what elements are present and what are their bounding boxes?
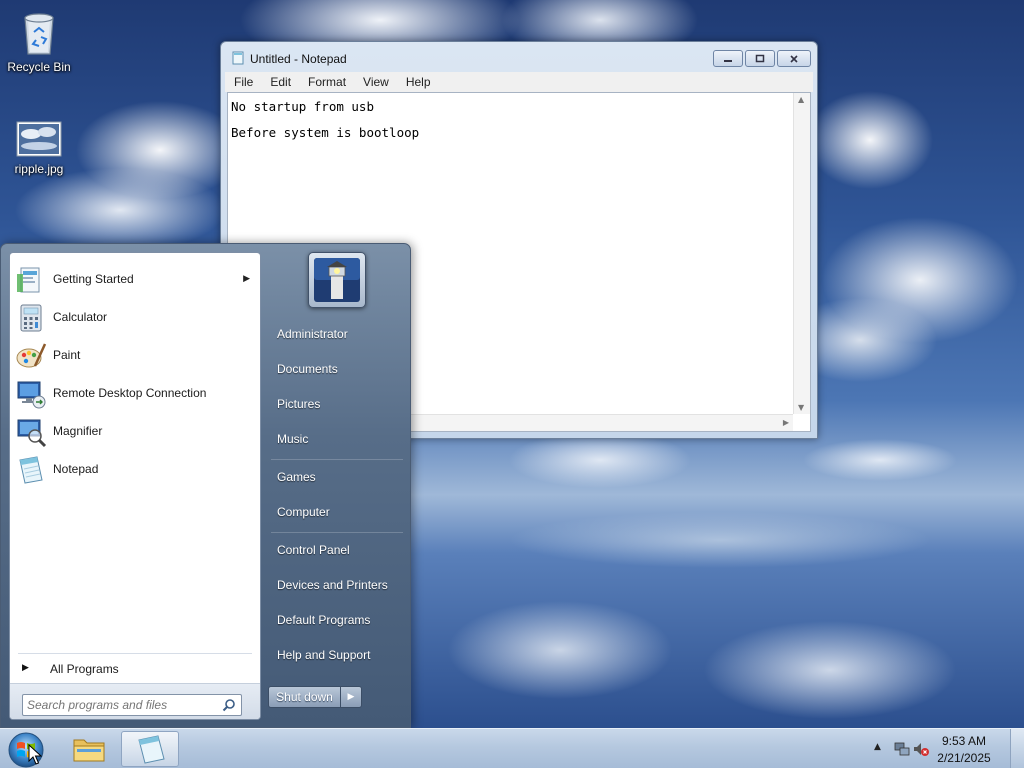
scroll-right-icon[interactable]: ▶ bbox=[783, 418, 789, 427]
menu-edit[interactable]: Edit bbox=[261, 75, 299, 89]
link-administrator[interactable]: Administrator bbox=[269, 320, 405, 350]
program-label: Paint bbox=[53, 348, 81, 362]
divider bbox=[18, 653, 252, 654]
submenu-arrow-icon: ▶ bbox=[243, 274, 250, 284]
taskbar-notepad-button[interactable] bbox=[121, 731, 179, 767]
link-label: Administrator bbox=[277, 327, 348, 341]
desktop-icon-label: ripple.jpg bbox=[14, 162, 64, 176]
paint-icon bbox=[16, 343, 47, 368]
program-label: Calculator bbox=[53, 310, 108, 324]
link-games[interactable]: Games bbox=[269, 463, 405, 493]
link-label: Control Panel bbox=[277, 543, 350, 557]
divider bbox=[271, 459, 403, 460]
link-documents[interactable]: Documents bbox=[269, 355, 405, 385]
program-notepad[interactable]: Notepad bbox=[12, 452, 258, 488]
link-control-panel[interactable]: Control Panel bbox=[269, 536, 405, 566]
link-label: Games bbox=[277, 470, 316, 484]
program-calculator[interactable]: Calculator bbox=[12, 300, 258, 336]
shutdown-button[interactable]: Shut down bbox=[268, 686, 340, 708]
user-picture[interactable] bbox=[308, 252, 366, 308]
mouse-cursor-icon bbox=[28, 744, 42, 765]
link-label: Documents bbox=[277, 362, 338, 376]
clock-time[interactable]: 9:53 AM bbox=[924, 734, 1004, 748]
link-label: Help and Support bbox=[277, 648, 371, 662]
editor-content[interactable]: No startup from usb Before system is boo… bbox=[231, 94, 419, 146]
close-icon bbox=[778, 51, 810, 66]
link-label: Computer bbox=[277, 505, 330, 519]
notepad-icon bbox=[19, 456, 43, 484]
title-bar[interactable]: Untitled - Notepad bbox=[221, 42, 817, 72]
taskbar: ▲ 9:53 AM 2/21/2025 bbox=[0, 728, 1024, 768]
menu-help[interactable]: Help bbox=[397, 75, 439, 89]
show-desktop-button[interactable] bbox=[1010, 729, 1024, 768]
calculator-icon bbox=[20, 304, 42, 332]
recycle-bin-icon bbox=[24, 13, 54, 55]
search-input[interactable] bbox=[22, 694, 242, 716]
scroll-down-icon[interactable]: ▼ bbox=[798, 403, 804, 412]
link-pictures[interactable]: Pictures bbox=[269, 390, 405, 420]
desktop-icon-recycle-bin[interactable]: Recycle Bin bbox=[1, 8, 77, 74]
link-help-and-support[interactable]: Help and Support bbox=[269, 641, 405, 671]
program-paint[interactable]: Paint bbox=[12, 338, 258, 374]
minimize-button[interactable] bbox=[713, 50, 743, 67]
menu-bar: File Edit Format View Help bbox=[225, 72, 813, 92]
program-label: Getting Started bbox=[53, 272, 134, 286]
window-title: Untitled - Notepad bbox=[250, 52, 347, 66]
link-music[interactable]: Music bbox=[269, 425, 405, 455]
vertical-scrollbar[interactable]: ▲ ▼ bbox=[793, 93, 810, 414]
search-area bbox=[10, 683, 260, 719]
program-label: Notepad bbox=[53, 462, 99, 476]
lighthouse-avatar-icon bbox=[314, 258, 360, 302]
link-devices-and-printers[interactable]: Devices and Printers bbox=[269, 571, 405, 601]
network-icon[interactable] bbox=[894, 741, 910, 757]
link-label: Pictures bbox=[277, 397, 321, 411]
show-hidden-icons-chevron-icon[interactable]: ▲ bbox=[874, 742, 881, 752]
system-tray: ▲ 9:53 AM 2/21/2025 bbox=[864, 729, 1024, 768]
magnifier-icon bbox=[17, 419, 47, 448]
notepad-icon bbox=[232, 51, 244, 65]
link-default-programs[interactable]: Default Programs bbox=[269, 606, 405, 636]
remote-desktop-icon bbox=[17, 381, 46, 409]
link-label: Devices and Printers bbox=[277, 578, 388, 592]
menu-format[interactable]: Format bbox=[299, 75, 354, 89]
program-label: Magnifier bbox=[53, 424, 103, 438]
taskbar-explorer-button[interactable] bbox=[60, 731, 118, 767]
link-computer[interactable]: Computer bbox=[269, 498, 405, 528]
scroll-up-icon[interactable]: ▲ bbox=[798, 95, 804, 104]
maximize-icon bbox=[746, 51, 774, 66]
link-label: Music bbox=[277, 432, 309, 446]
search-icon[interactable] bbox=[222, 698, 236, 712]
program-magnifier[interactable]: Magnifier bbox=[12, 414, 258, 450]
desktop-icon-label: Recycle Bin bbox=[7, 60, 71, 74]
notepad-icon bbox=[138, 735, 165, 764]
menu-file[interactable]: File bbox=[225, 75, 261, 89]
getting-started-icon bbox=[17, 267, 40, 293]
arrow-right-icon: ▶ bbox=[22, 663, 29, 673]
menu-view[interactable]: View bbox=[354, 75, 397, 89]
image-file-icon bbox=[16, 121, 62, 157]
all-programs-label: All Programs bbox=[50, 662, 119, 676]
link-label: Default Programs bbox=[277, 613, 371, 627]
minimize-icon bbox=[714, 51, 742, 66]
programs-pane: Getting Started ▶ Calculator Paint Remot… bbox=[9, 252, 261, 720]
program-remote-desktop-connection[interactable]: Remote Desktop Connection bbox=[12, 376, 258, 412]
maximize-button[interactable] bbox=[745, 50, 775, 67]
close-button[interactable] bbox=[777, 50, 811, 67]
all-programs-button[interactable]: ▶ All Programs bbox=[18, 659, 254, 681]
chevron-right-icon: ▶ bbox=[347, 692, 355, 702]
clock-date[interactable]: 2/21/2025 bbox=[924, 751, 1004, 765]
start-menu: Getting Started ▶ Calculator Paint Remot… bbox=[0, 243, 411, 728]
desktop-icon-ripple-jpg[interactable]: ripple.jpg bbox=[1, 120, 77, 176]
program-label: Remote Desktop Connection bbox=[53, 386, 207, 400]
shutdown-options-button[interactable]: ▶ bbox=[340, 686, 362, 708]
divider bbox=[271, 532, 403, 533]
program-getting-started[interactable]: Getting Started ▶ bbox=[12, 262, 258, 298]
folder-icon bbox=[73, 739, 105, 762]
